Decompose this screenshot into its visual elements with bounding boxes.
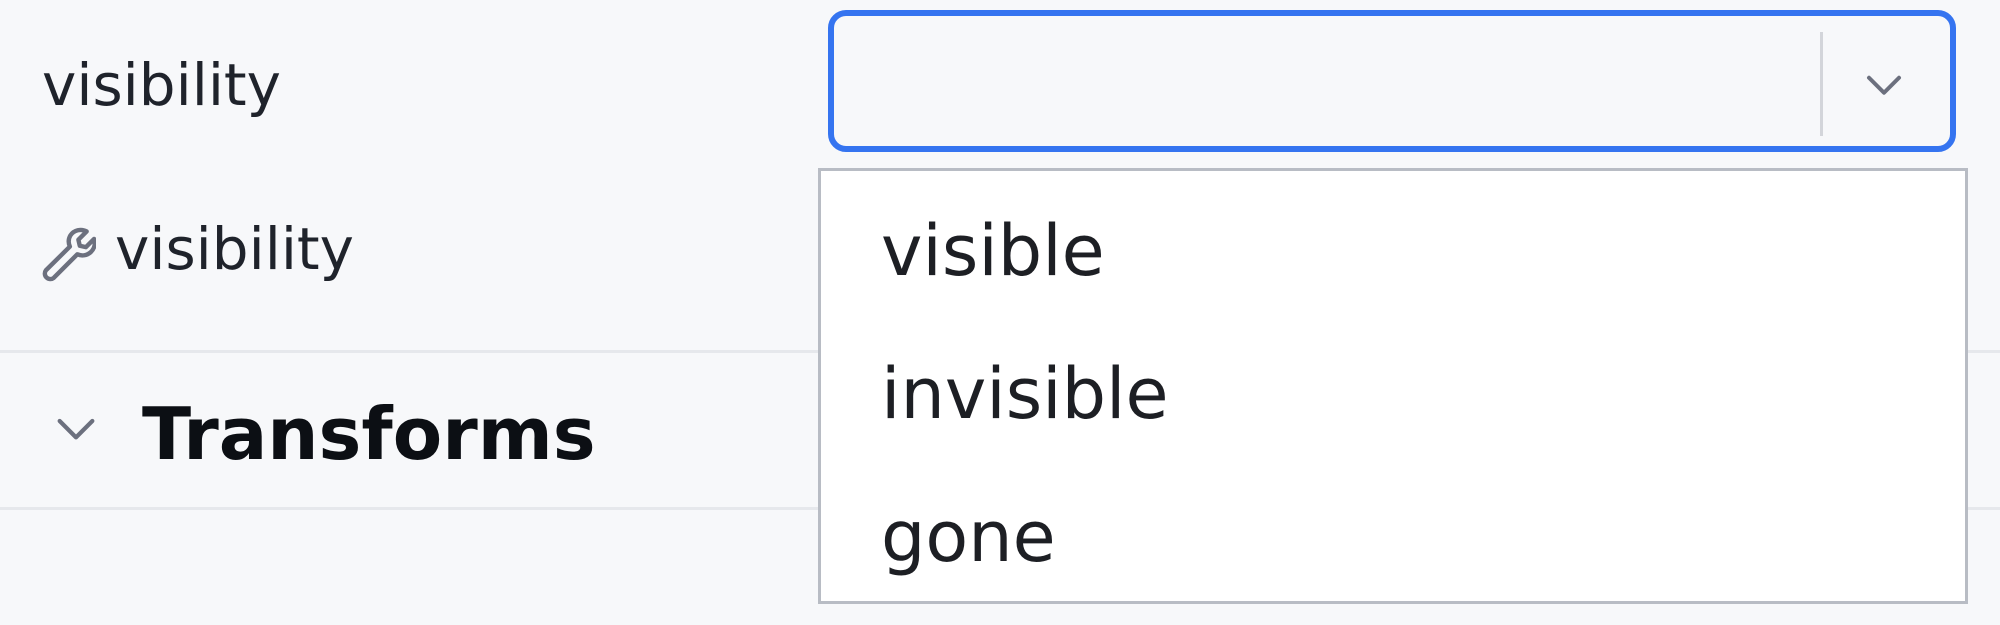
wrench-icon	[30, 218, 97, 284]
chevron-down-icon	[48, 400, 104, 456]
dropdown-option-invisible[interactable]: invisible	[881, 339, 1169, 449]
select-separator	[1820, 32, 1823, 136]
chevron-down-icon[interactable]	[1854, 54, 1914, 114]
visibility-dropdown-list: visible invisible gone	[818, 168, 1968, 604]
visibility-attribute-label: visibility	[42, 51, 281, 119]
section-title: Transforms	[142, 392, 596, 476]
dropdown-option-visible[interactable]: visible	[881, 196, 1105, 306]
visibility-select[interactable]	[828, 10, 1956, 152]
dropdown-option-gone[interactable]: gone	[881, 482, 1056, 592]
transforms-section-header[interactable]: Transforms	[48, 378, 848, 478]
tools-visibility-attribute-label: visibility	[115, 215, 354, 283]
